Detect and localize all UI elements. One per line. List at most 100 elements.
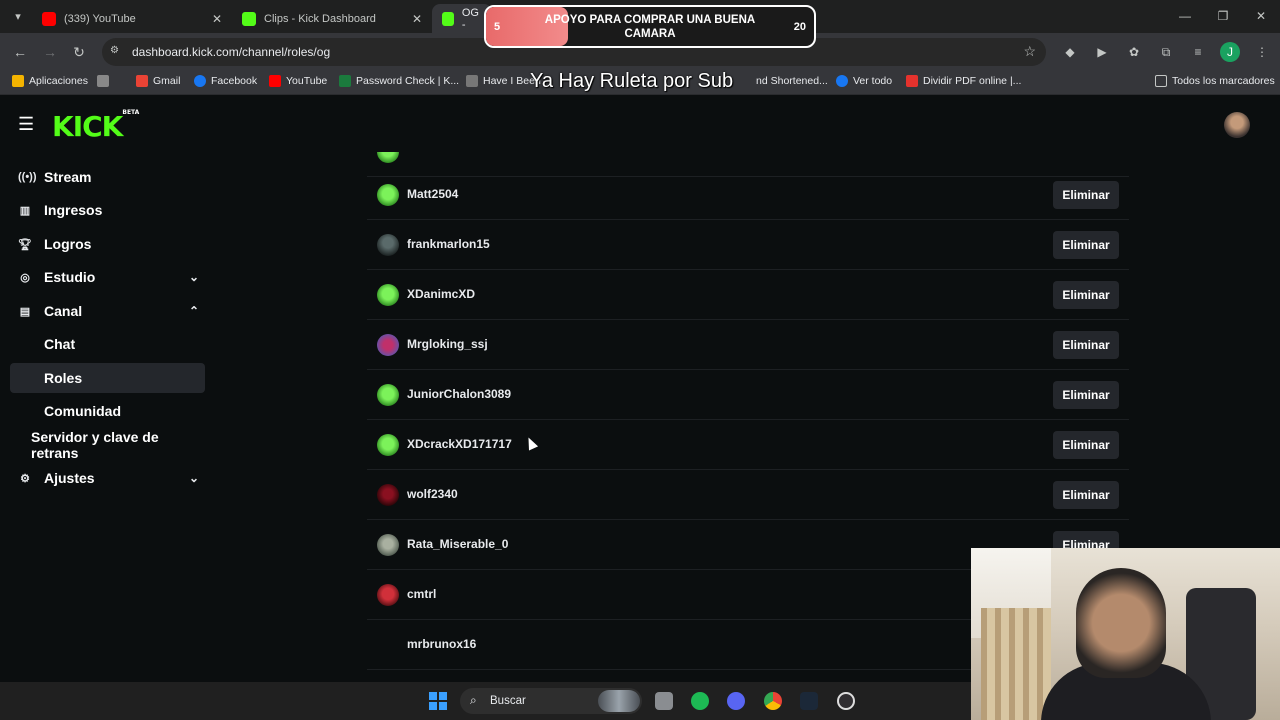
remove-button[interactable]: Eliminar xyxy=(1053,381,1119,409)
close-window-icon[interactable]: ✕ xyxy=(1242,0,1280,33)
list-item: wolf2340 Eliminar xyxy=(367,470,1129,520)
spotify-icon[interactable] xyxy=(691,692,709,710)
minimize-icon[interactable]: — xyxy=(1166,0,1204,33)
kick-logo[interactable]: KICKBETA xyxy=(52,109,139,143)
avatar xyxy=(377,152,399,163)
taskbar-search-label: Buscar xyxy=(490,695,526,707)
sidebar-item-canal[interactable]: ▤ Canal ⌃ xyxy=(10,296,205,326)
username[interactable]: frankmarlon15 xyxy=(407,237,490,251)
channel-icon: ▤ xyxy=(19,305,31,318)
bookmark-youtube[interactable]: YouTube xyxy=(269,75,327,87)
username[interactable]: Rata_Miserable_0 xyxy=(407,537,508,551)
list-item: frankmarlon15 Eliminar xyxy=(367,220,1129,270)
goal-current: 5 xyxy=(494,21,501,33)
steam-icon[interactable] xyxy=(800,692,818,710)
ruleta-overlay-text: Ya Hay Ruleta por Sub xyxy=(530,70,734,92)
taskbar-search[interactable]: ⌕ Buscar xyxy=(460,688,642,714)
remove-button[interactable]: Eliminar xyxy=(1053,231,1119,259)
webcam-shelf xyxy=(981,608,1051,720)
sidebar-item-chat[interactable]: Chat xyxy=(10,329,205,359)
sidebar-item-ajustes[interactable]: ⚙ Ajustes ⌄ xyxy=(10,463,205,493)
youtube-icon xyxy=(269,75,281,87)
task-view-icon[interactable] xyxy=(655,692,673,710)
tab-youtube[interactable]: (339) YouTube ✕ xyxy=(32,4,230,33)
username[interactable]: XDcrackXD171717 xyxy=(407,437,512,451)
sidebar-item-ingresos[interactable]: ▥ Ingresos xyxy=(10,195,205,225)
avatar xyxy=(377,234,399,256)
avatar xyxy=(377,334,399,356)
forward-icon[interactable]: → xyxy=(40,42,60,62)
username[interactable]: wolf2340 xyxy=(407,487,458,501)
reload-icon[interactable]: ↻ xyxy=(69,42,89,62)
bookmark-star-icon[interactable]: ☆ xyxy=(1023,43,1036,60)
remove-button[interactable]: Eliminar xyxy=(1053,431,1119,459)
back-icon[interactable]: ← xyxy=(10,42,30,62)
chrome-icon[interactable] xyxy=(764,692,782,710)
bookmark-aplicaciones[interactable]: Aplicaciones xyxy=(12,75,88,87)
list-item: XDanimcXD Eliminar xyxy=(367,270,1129,320)
bookmark-facebook[interactable]: Facebook xyxy=(194,75,257,87)
trophy-icon: 🏆︎ xyxy=(18,238,32,251)
extension-icons: ◆ ▶ ✿ ⧉ ≡ J ⋮ xyxy=(1060,42,1272,62)
avatar xyxy=(377,484,399,506)
tab-title: (339) YouTube xyxy=(64,12,136,25)
studio-icon: ◎ xyxy=(20,271,30,284)
chevron-up-icon: ⌃ xyxy=(188,304,199,318)
bookmark-grid[interactable] xyxy=(97,75,114,87)
list-item: XDcrackXD171717 Eliminar xyxy=(367,420,1129,470)
username[interactable]: XDanimcXD xyxy=(407,287,475,301)
windows-start-icon[interactable] xyxy=(429,692,447,710)
folder-icon xyxy=(1155,75,1167,87)
kick-icon xyxy=(242,11,256,26)
bookmark-ver-todo[interactable]: Ver todo xyxy=(836,75,892,87)
bookmark-dividir-pdf[interactable]: Dividir PDF online |... xyxy=(906,75,1021,87)
remove-button[interactable]: Eliminar xyxy=(1053,331,1119,359)
extensions-puzzle-icon[interactable]: ⧉ xyxy=(1156,42,1176,62)
remove-button[interactable]: Eliminar xyxy=(1053,181,1119,209)
sidebar-item-servidor[interactable]: Servidor y clave de retrans xyxy=(10,429,205,461)
list-item: Matt2504 Eliminar xyxy=(367,170,1129,220)
tab-clips[interactable]: Clips - Kick Dashboard ✕ xyxy=(232,4,430,33)
tab-search-icon[interactable]: ▾ xyxy=(8,7,28,27)
discord-icon[interactable] xyxy=(727,692,745,710)
tab-og[interactable]: OG - xyxy=(432,4,492,33)
apps-grid-icon xyxy=(12,75,24,87)
username[interactable]: mrbrunox16 xyxy=(407,637,476,651)
youtube-icon xyxy=(42,11,56,26)
more-menu-icon[interactable]: ⋮ xyxy=(1252,42,1272,62)
close-icon[interactable]: ✕ xyxy=(212,12,222,26)
webcam-person-head xyxy=(1076,568,1166,678)
username[interactable]: Mrgloking_ssj xyxy=(407,337,488,351)
sidebar-item-logros[interactable]: 🏆︎ Logros xyxy=(10,229,205,259)
username[interactable]: JuniorChalon3089 xyxy=(407,387,511,401)
bookmark-shortened[interactable]: nd Shortened... xyxy=(756,75,828,87)
profile-icon[interactable]: J xyxy=(1220,42,1240,62)
sidebar-item-roles[interactable]: Roles xyxy=(10,363,205,393)
media-control-icon[interactable]: ≡ xyxy=(1188,42,1208,62)
bookmark-all[interactable]: Todos los marcadores xyxy=(1155,75,1275,87)
avatar xyxy=(377,384,399,406)
webcam-feed xyxy=(971,548,1280,720)
bookmark-password-check[interactable]: Password Check | K... xyxy=(339,75,459,87)
goal-target: 20 xyxy=(793,21,806,33)
remove-button[interactable]: Eliminar xyxy=(1053,281,1119,309)
sidebar-item-comunidad[interactable]: Comunidad xyxy=(10,396,205,426)
close-icon[interactable]: ✕ xyxy=(412,12,422,26)
avatar xyxy=(377,284,399,306)
menu-icon[interactable]: ☰ xyxy=(18,114,34,135)
bookmark-gmail[interactable]: Gmail xyxy=(136,75,180,87)
username[interactable]: Matt2504 xyxy=(407,187,458,201)
sidebar-item-stream[interactable]: ((•)) Stream xyxy=(10,162,205,192)
url-text: dashboard.kick.com/channel/roles/og xyxy=(132,45,331,59)
hibp-icon xyxy=(466,75,478,87)
remove-button[interactable]: Eliminar xyxy=(1053,481,1119,509)
extension-icon[interactable]: ✿ xyxy=(1124,42,1144,62)
site-info-icon[interactable]: ⚙ xyxy=(110,45,124,59)
avatar[interactable] xyxy=(1224,112,1250,138)
extension-icon[interactable]: ◆ xyxy=(1060,42,1080,62)
username[interactable]: cmtrl xyxy=(407,587,436,601)
obs-icon[interactable] xyxy=(837,692,855,710)
extension-icon[interactable]: ▶ xyxy=(1092,42,1112,62)
sidebar-item-estudio[interactable]: ◎ Estudio ⌄ xyxy=(10,262,205,292)
restore-icon[interactable]: ❐ xyxy=(1204,0,1242,33)
